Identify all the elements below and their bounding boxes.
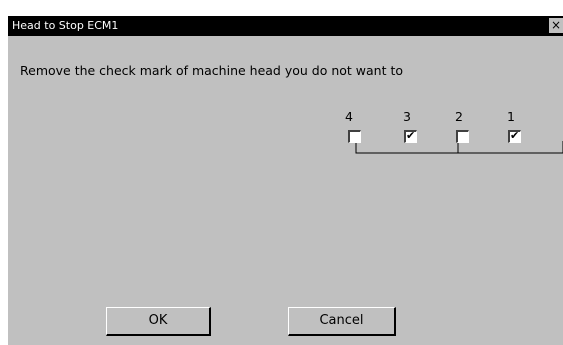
ok-button[interactable]: OK [106,307,211,336]
head-1-checkbox[interactable]: ✔ [508,129,521,143]
checkmark-icon: ✔ [510,129,520,142]
head-3-checkbox[interactable]: ✔ [404,129,417,143]
dialog-window: Head to Stop ECM1 × Remove the check mar… [8,16,563,345]
head-4-checkbox[interactable] [348,130,361,143]
checkmark-icon: ✔ [406,129,416,142]
head-2-checkbox[interactable] [456,130,469,143]
cancel-button[interactable]: Cancel [288,307,396,336]
head-connector-line [355,141,563,154]
